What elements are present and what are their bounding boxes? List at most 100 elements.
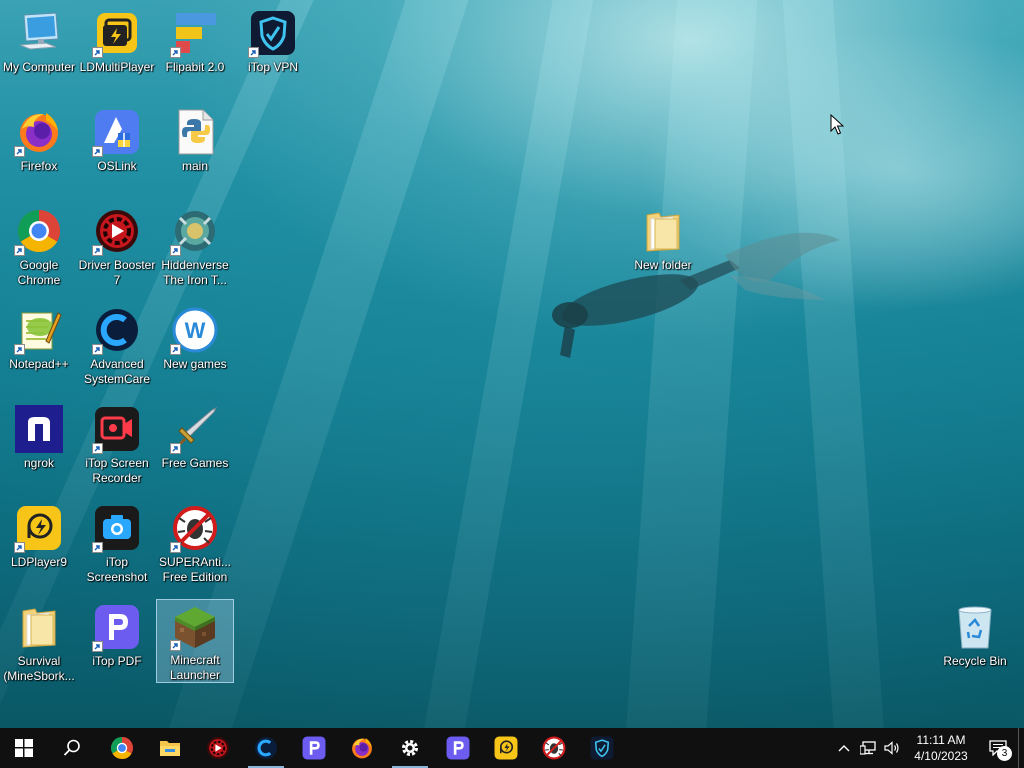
volume-button[interactable] xyxy=(880,728,904,768)
desktop-icon-label: Firefox xyxy=(20,159,58,173)
new-games-icon: W xyxy=(170,306,219,355)
desktop-icon[interactable]: Free Games xyxy=(156,401,234,497)
superantispyware-icon xyxy=(170,504,219,553)
desktop-icon-label: iTop Screen Recorder xyxy=(85,456,149,485)
network-icon xyxy=(860,741,876,755)
taskbar-app-button[interactable] xyxy=(290,728,338,768)
desktop-icon-label: OSLink xyxy=(97,159,137,173)
taskbar-app-button[interactable] xyxy=(386,728,434,768)
notification-count-badge: 3 xyxy=(997,746,1012,761)
ldmultiplayer-icon xyxy=(92,9,141,58)
desktop-icon[interactable]: Hiddenverse The Iron T... xyxy=(156,203,234,299)
desktop-icon-label: Google Chrome xyxy=(17,258,61,287)
taskbar-app-button[interactable] xyxy=(578,728,626,768)
folder-icon xyxy=(15,603,63,651)
desktop-icon[interactable]: Minecraft Launcher xyxy=(156,599,234,683)
itop-vpn-icon xyxy=(590,736,614,760)
desktop-icon[interactable]: LDMultiPlayer xyxy=(78,5,156,101)
taskbar-app-button[interactable] xyxy=(482,728,530,768)
desktop-icon[interactable]: Notepad++ xyxy=(0,302,78,398)
itop-pdf-icon xyxy=(302,736,326,760)
firefox-icon xyxy=(350,736,374,760)
desktop-icon[interactable]: iTop VPN xyxy=(234,5,312,101)
desktop-icon[interactable]: OSLink xyxy=(78,104,156,200)
shortcut-arrow-icon xyxy=(14,245,25,256)
start-button[interactable] xyxy=(0,728,48,768)
shortcut-arrow-icon xyxy=(92,245,103,256)
desktop-icon[interactable]: iTop Screen Recorder xyxy=(78,401,156,497)
ldplayer-icon xyxy=(14,504,63,553)
clock-time: 11:11 AM xyxy=(916,733,966,747)
notepad-plus-plus-icon xyxy=(14,306,63,355)
desktop-icon-label: iTop Screenshot xyxy=(86,555,148,584)
desktop-icon-label: SUPERAnti... Free Edition xyxy=(158,555,232,584)
taskbar-app-button[interactable] xyxy=(146,728,194,768)
desktop-icon[interactable]: My Computer xyxy=(0,5,78,101)
taskbar-app-button[interactable] xyxy=(194,728,242,768)
computer-icon xyxy=(15,9,63,57)
desktop-icon[interactable]: LDPlayer9 xyxy=(0,500,78,596)
notification-center-button[interactable]: 3 xyxy=(978,728,1018,768)
advanced-systemcare-icon xyxy=(254,736,278,760)
ngrok-icon xyxy=(15,405,63,453)
desktop-icon[interactable]: Driver Booster 7 xyxy=(78,203,156,299)
taskbar-app-button[interactable] xyxy=(98,728,146,768)
taskbar-app-button[interactable] xyxy=(530,728,578,768)
flipabit-icon xyxy=(170,9,219,58)
desktop-icon[interactable]: Google Chrome xyxy=(0,203,78,299)
desktop-icon-label: Flipabit 2.0 xyxy=(165,60,225,74)
shortcut-arrow-icon xyxy=(170,542,181,553)
desktop-icon-label: Minecraft Launcher xyxy=(169,653,221,682)
taskbar-app-button[interactable] xyxy=(338,728,386,768)
search-button[interactable] xyxy=(48,728,96,768)
show-desktop-button[interactable] xyxy=(1018,728,1024,768)
desktop-icon-label: My Computer xyxy=(2,60,76,74)
taskbar-app-button[interactable] xyxy=(242,728,290,768)
network-button[interactable] xyxy=(856,728,880,768)
desktop-icon-label: LDPlayer9 xyxy=(10,555,68,569)
desktop-icon[interactable]: main xyxy=(156,104,234,200)
settings-gear-icon xyxy=(400,738,420,758)
itop-vpn-icon xyxy=(248,9,297,58)
python-file-icon xyxy=(171,108,219,156)
desktop-icon[interactable]: SUPERAnti... Free Edition xyxy=(156,500,234,596)
desktop-icon-label: Advanced SystemCare xyxy=(83,357,151,386)
itop-screenshot-icon xyxy=(92,504,141,553)
chrome-icon xyxy=(14,207,63,256)
desktop-icon[interactable]: Advanced SystemCare xyxy=(78,302,156,398)
chrome-icon xyxy=(110,736,134,760)
itop-screen-recorder-icon xyxy=(92,405,141,454)
minecraft-icon xyxy=(170,604,219,652)
desktop-icon[interactable]: Firefox xyxy=(0,104,78,200)
desktop-icon-label: New folder xyxy=(634,258,692,272)
itop-pdf-icon xyxy=(446,736,470,760)
shortcut-arrow-icon xyxy=(170,47,181,58)
desktop-icon-label: Free Games xyxy=(161,456,229,470)
shortcut-arrow-icon xyxy=(14,542,25,553)
desktop-icon-label: iTop VPN xyxy=(247,60,299,74)
shortcut-arrow-icon xyxy=(14,146,25,157)
taskbar-app-button[interactable] xyxy=(434,728,482,768)
free-games-sword-icon xyxy=(170,405,219,454)
desktop-icon-label: Hiddenverse The Iron T... xyxy=(161,258,229,287)
desktop-icon[interactable]: ngrok xyxy=(0,401,78,497)
desktop-icon[interactable]: Survival (MineSbork... xyxy=(0,599,78,695)
desktop-icon[interactable]: iTop PDF xyxy=(78,599,156,695)
recycle-bin-icon xyxy=(951,603,999,651)
desktop-icon-label: main xyxy=(181,159,208,173)
desktop-icon[interactable]: New folder xyxy=(624,203,702,299)
desktop-icon-label: New games xyxy=(163,357,227,371)
desktop-icon[interactable]: Flipabit 2.0 xyxy=(156,5,234,101)
show-hidden-icons-button[interactable] xyxy=(832,728,856,768)
desktop-icon[interactable]: iTop Screenshot xyxy=(78,500,156,596)
folder-icon xyxy=(639,207,687,255)
search-icon xyxy=(63,739,80,756)
desktop-icon[interactable]: Recycle Bin xyxy=(936,599,1014,695)
chevron-up-icon xyxy=(838,745,850,752)
desktop-icon-label: Survival (MineSbork... xyxy=(3,654,75,683)
desktop-icon[interactable]: W New games xyxy=(156,302,234,398)
shortcut-arrow-icon xyxy=(170,245,181,256)
clock-button[interactable]: 11:11 AM 4/10/2023 xyxy=(904,728,978,768)
driver-booster-icon xyxy=(206,736,230,760)
desktop-icon-label: Notepad++ xyxy=(9,357,69,371)
